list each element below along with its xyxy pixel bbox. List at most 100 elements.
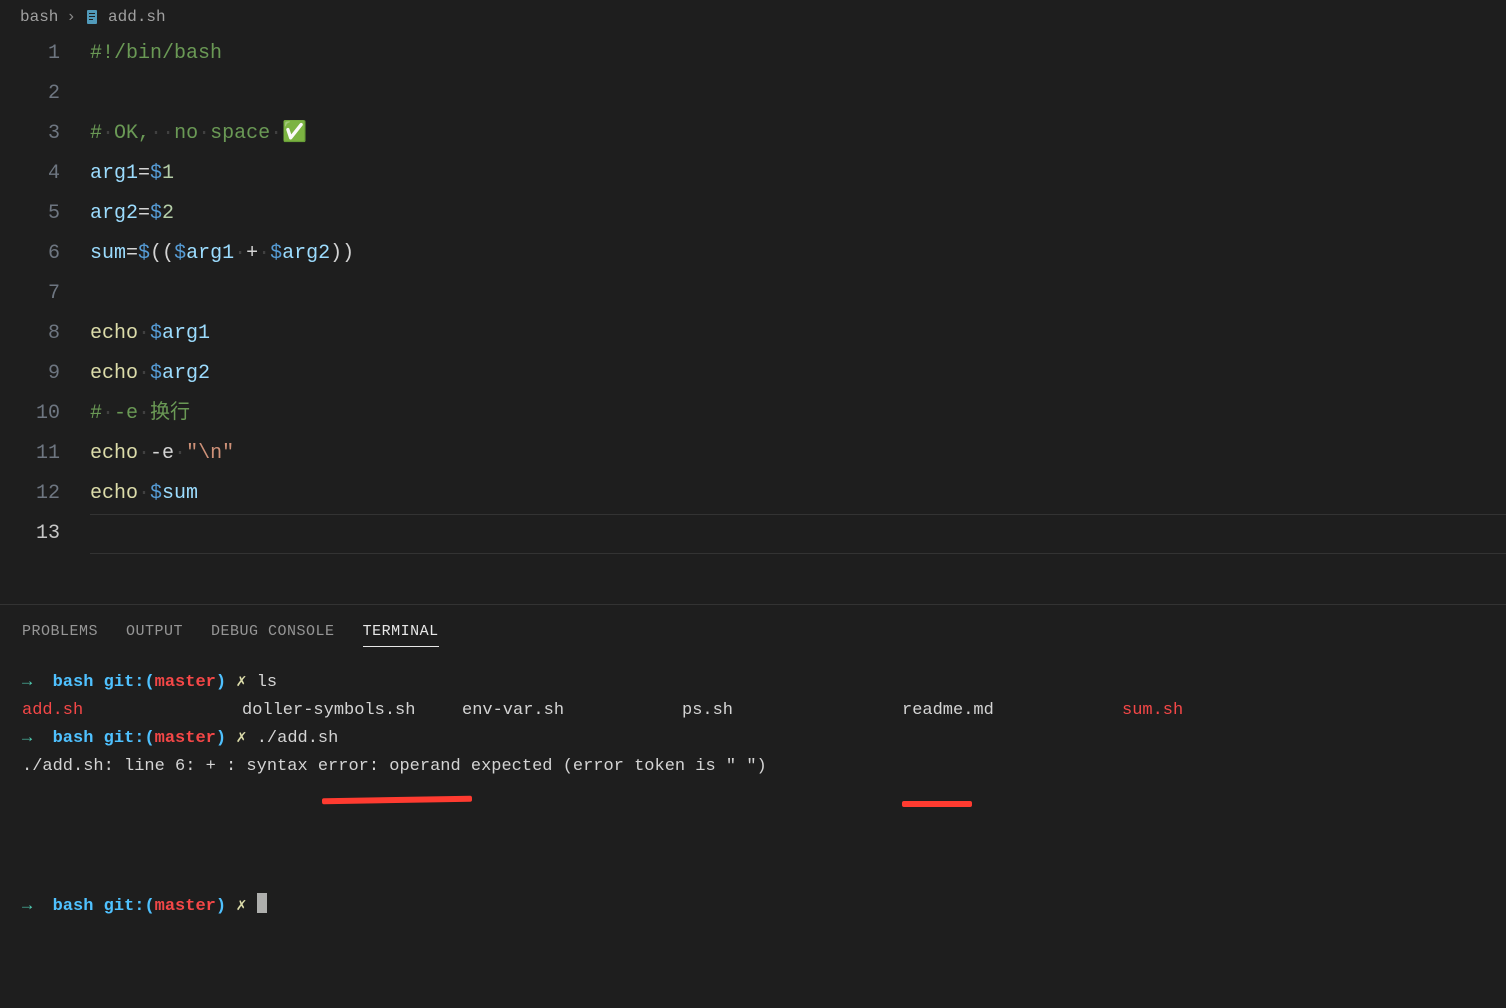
code-line[interactable]: 4arg1=$1 (0, 154, 1506, 194)
code-line[interactable]: 2 (0, 74, 1506, 114)
terminal-line (22, 781, 1484, 809)
annotation-underline (902, 801, 972, 807)
code-content[interactable] (90, 74, 1506, 114)
token: $ (150, 162, 162, 185)
line-number: 11 (0, 434, 90, 474)
code-line[interactable]: 7 (0, 274, 1506, 314)
prompt-bash: bash (53, 673, 94, 692)
terminal-output: ./add.sh: line 6: + : syntax error: oper… (22, 753, 1484, 781)
line-number: 12 (0, 474, 90, 514)
code-content[interactable]: echo·$sum (90, 474, 1506, 514)
bottom-panel: PROBLEMS OUTPUT DEBUG CONSOLE TERMINAL → ba… (0, 605, 1506, 1008)
code-editor[interactable]: 1#!/bin/bash23#·OK,··no·space·✅4arg1=$15… (0, 34, 1506, 584)
chevron-right-icon: › (66, 8, 76, 26)
file-icon (84, 9, 100, 25)
token: arg2 (162, 362, 210, 385)
code-content[interactable]: echo·-e·"\n" (90, 434, 1506, 474)
active-line-highlight (90, 514, 1506, 554)
code-content[interactable]: echo·$arg2 (90, 354, 1506, 394)
line-number: 8 (0, 314, 90, 354)
code-line[interactable]: 10#·-e·换行 (0, 394, 1506, 434)
terminal-line (22, 865, 1484, 893)
panel-tab-output[interactable]: OUTPUT (126, 623, 183, 647)
breadcrumb-file[interactable]: add.sh (108, 8, 166, 26)
code-content[interactable]: echo·$arg1 (90, 314, 1506, 354)
token: sum (90, 242, 126, 265)
terminal[interactable]: → bash git:(master) ✗ lsadd.shdoller-sym… (22, 669, 1484, 921)
prompt-dirty-icon: ✗ (236, 729, 246, 748)
code-content[interactable]: arg1=$1 (90, 154, 1506, 194)
ls-file: env-var.sh (462, 697, 682, 725)
code-line[interactable]: 6sum=$(($arg1·+·$arg2)) (0, 234, 1506, 274)
code-content[interactable] (90, 514, 1506, 554)
code-content[interactable]: sum=$(($arg1·+·$arg2)) (90, 234, 1506, 274)
prompt-dirty-icon: ✗ (236, 897, 246, 916)
code-content[interactable]: #!/bin/bash (90, 34, 1506, 74)
token: -e (150, 442, 174, 465)
prompt-paren: ) (216, 673, 226, 692)
prompt-git: git: (104, 673, 145, 692)
ls-file: add.sh (22, 697, 242, 725)
code-line[interactable]: 9echo·$arg2 (0, 354, 1506, 394)
whitespace-dot: · (150, 122, 162, 145)
terminal-command: ls (257, 673, 277, 692)
token: $ (150, 202, 162, 225)
terminal-line[interactable]: → bash git:(master) ✗ (22, 893, 1484, 921)
whitespace-dot: · (138, 362, 150, 385)
token: no (174, 122, 198, 145)
whitespace-dot: · (270, 122, 282, 145)
token: $ (174, 242, 186, 265)
whitespace-dot: · (102, 122, 114, 145)
whitespace-dot: · (138, 482, 150, 505)
line-number: 9 (0, 354, 90, 394)
token: arg2 (282, 242, 330, 265)
prompt-paren: ( (144, 673, 154, 692)
token: = (126, 242, 138, 265)
code-line[interactable]: 1#!/bin/bash (0, 34, 1506, 74)
token: echo (90, 482, 138, 505)
line-number: 4 (0, 154, 90, 194)
prompt-git: git: (104, 897, 145, 916)
line-number: 7 (0, 274, 90, 314)
token: sum (162, 482, 198, 505)
prompt-branch: master (155, 729, 216, 748)
token: echo (90, 362, 138, 385)
line-number: 10 (0, 394, 90, 434)
terminal-line: → bash git:(master) ✗ ./add.sh (22, 725, 1484, 753)
terminal-command: ./add.sh (257, 729, 339, 748)
token: = (138, 162, 150, 185)
token: arg1 (186, 242, 234, 265)
terminal-line (22, 837, 1484, 865)
token: OK, (114, 122, 150, 145)
code-line[interactable]: 3#·OK,··no·space·✅ (0, 114, 1506, 154)
code-line[interactable]: 13 (0, 514, 1506, 554)
token: echo (90, 442, 138, 465)
arrow: → (22, 673, 32, 692)
code-content[interactable] (90, 274, 1506, 314)
token: (( (150, 242, 174, 265)
breadcrumb-folder[interactable]: bash (20, 8, 58, 26)
token: $ (150, 362, 162, 385)
code-content[interactable]: #·OK,··no·space·✅ (90, 114, 1506, 154)
token: = (138, 202, 150, 225)
token: # (90, 122, 102, 145)
ls-file: ps.sh (682, 697, 902, 725)
prompt-branch: master (155, 673, 216, 692)
panel-tab-terminal[interactable]: TERMINAL (363, 623, 439, 647)
token: echo (90, 322, 138, 345)
token: ✅ (282, 122, 307, 145)
code-line[interactable]: 12echo·$sum (0, 474, 1506, 514)
code-line[interactable]: 11echo·-e·"\n" (0, 434, 1506, 474)
prompt-paren: ( (144, 729, 154, 748)
line-number: 6 (0, 234, 90, 274)
code-content[interactable]: arg2=$2 (90, 194, 1506, 234)
panel-tab-debug-console[interactable]: DEBUG CONSOLE (211, 623, 335, 647)
whitespace-dot: · (102, 402, 114, 425)
prompt-git: git: (104, 729, 145, 748)
whitespace-dot: · (162, 122, 174, 145)
code-line[interactable]: 8echo·$arg1 (0, 314, 1506, 354)
code-content[interactable]: #·-e·换行 (90, 394, 1506, 434)
panel-tab-problems[interactable]: PROBLEMS (22, 623, 98, 647)
token: arg1 (90, 162, 138, 185)
code-line[interactable]: 5arg2=$2 (0, 194, 1506, 234)
